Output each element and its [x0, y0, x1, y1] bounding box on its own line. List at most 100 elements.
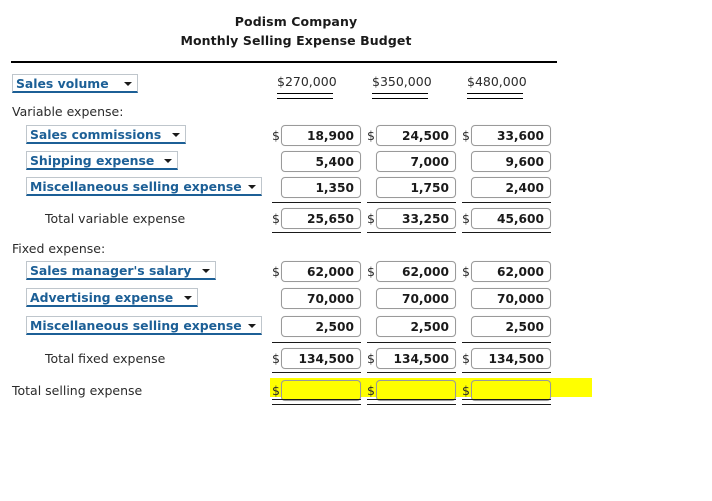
subtotal-rule-below-col2 [367, 232, 456, 233]
input-sales-commissions-col3[interactable]: 33,600 [471, 125, 551, 146]
input-misc-selling-expense-variable-col1[interactable]: 1,350 [281, 177, 361, 198]
dollar-sign: $ [367, 264, 375, 279]
input-total-variable-expense-col2[interactable]: 33,250 [376, 208, 456, 229]
dropdown-sales-commissions-label: Sales commissions [30, 127, 162, 142]
fixed-subtotal-rule-above-col2 [367, 342, 456, 343]
input-advertising-expense-col2[interactable]: 70,000 [376, 288, 456, 309]
subtotal-rule-below-col3 [462, 232, 551, 233]
dropdown-misc-selling-expense-fixed-label: Miscellaneous selling expense [30, 318, 242, 333]
input-total-fixed-expense-col3[interactable]: 134,500 [471, 348, 551, 369]
input-misc-selling-expense-fixed-col3[interactable]: 2,500 [471, 316, 551, 337]
input-total-selling-expense-col2[interactable] [376, 380, 456, 401]
row-misc-selling-expense-variable: Miscellaneous selling expense 1,350 1,75… [0, 177, 712, 203]
row-misc-selling-expense-fixed: Miscellaneous selling expense 2,500 2,50… [0, 316, 712, 342]
dollar-sign: $ [462, 264, 470, 279]
fixed-subtotal-rule-below-col1 [272, 372, 361, 373]
input-total-selling-expense-col3[interactable] [471, 380, 551, 401]
chevron-down-icon [124, 82, 132, 86]
fixed-subtotal-rule-above-col3 [462, 342, 551, 343]
sales-volume-value-col1: $270,000 [277, 74, 337, 99]
total-variable-expense-label: Total variable expense [45, 211, 186, 226]
input-sales-manager-salary-col1[interactable]: 62,000 [281, 261, 361, 282]
company-title: Podism Company [234, 14, 358, 29]
table-top-rule [11, 61, 557, 63]
subtotal-rule-above-col3 [462, 202, 551, 203]
input-sales-commissions-col2[interactable]: 24,500 [376, 125, 456, 146]
dropdown-sales-commissions[interactable]: Sales commissions [26, 125, 186, 144]
grand-total-double-rule-col2 [367, 399, 456, 405]
input-shipping-expense-col3[interactable]: 9,600 [471, 151, 551, 172]
grand-total-double-rule-col1 [272, 399, 361, 405]
dollar-sign: $ [367, 383, 375, 398]
dollar-sign: $ [367, 211, 375, 226]
input-misc-selling-expense-fixed-col2[interactable]: 2,500 [376, 316, 456, 337]
input-total-fixed-expense-col1[interactable]: 134,500 [281, 348, 361, 369]
input-shipping-expense-col1[interactable]: 5,400 [281, 151, 361, 172]
sales-volume-value-col3: $480,000 [467, 74, 527, 99]
budget-worksheet: Podism Company Monthly Selling Expense B… [0, 0, 712, 501]
dropdown-misc-selling-expense-fixed[interactable]: Miscellaneous selling expense [26, 316, 262, 335]
input-advertising-expense-col3[interactable]: 70,000 [471, 288, 551, 309]
dollar-sign: $ [462, 351, 470, 366]
dollar-sign: $ [272, 383, 280, 398]
row-total-variable-expense: Total variable expense $ 25,650 $ 33,250… [0, 208, 712, 234]
input-total-selling-expense-col1[interactable] [281, 380, 361, 401]
dropdown-advertising-expense[interactable]: Advertising expense [26, 288, 198, 307]
chevron-down-icon [248, 185, 256, 189]
fixed-subtotal-rule-above-col1 [272, 342, 361, 343]
input-sales-manager-salary-col2[interactable]: 62,000 [376, 261, 456, 282]
total-fixed-expense-label: Total fixed expense [45, 351, 166, 366]
dollar-sign: $ [367, 128, 375, 143]
input-total-fixed-expense-col2[interactable]: 134,500 [376, 348, 456, 369]
row-total-fixed-expense: Total fixed expense $ 134,500 $ 134,500 … [0, 348, 712, 374]
chevron-down-icon [202, 269, 210, 273]
input-misc-selling-expense-variable-col2[interactable]: 1,750 [376, 177, 456, 198]
sales-volume-value-col2: $350,000 [372, 74, 432, 99]
dollar-sign: $ [272, 264, 280, 279]
dropdown-sales-manager-salary[interactable]: Sales manager's salary [26, 261, 216, 280]
dropdown-shipping-expense[interactable]: Shipping expense [26, 151, 178, 170]
chevron-down-icon [248, 324, 256, 328]
dropdown-advertising-expense-label: Advertising expense [30, 290, 174, 305]
input-advertising-expense-col1[interactable]: 70,000 [281, 288, 361, 309]
dollar-sign: $ [272, 211, 280, 226]
dollar-sign: $ [272, 351, 280, 366]
input-total-variable-expense-col1[interactable]: 25,650 [281, 208, 361, 229]
double-underline [277, 93, 333, 99]
input-shipping-expense-col2[interactable]: 7,000 [376, 151, 456, 172]
grand-total-double-rule-col3 [462, 399, 551, 405]
row-sales-commissions: Sales commissions $ 18,900 $ 24,500 $ 33… [0, 125, 712, 151]
double-underline [372, 93, 428, 99]
fixed-expense-heading: Fixed expense: [12, 241, 106, 256]
dropdown-shipping-expense-label: Shipping expense [30, 153, 155, 168]
subtotal-rule-below-col1 [272, 232, 361, 233]
row-sales-volume: Sales volume $270,000 $350,000 $480,000 [0, 74, 712, 100]
page-title: Monthly Selling Expense Budget [180, 33, 412, 48]
dollar-sign: $ [462, 211, 470, 226]
total-selling-expense-label: Total selling expense [12, 383, 143, 398]
row-shipping-expense: Shipping expense 5,400 7,000 9,600 [0, 151, 712, 177]
dropdown-sales-volume-label: Sales volume [16, 76, 109, 91]
double-underline [467, 93, 523, 99]
chevron-down-icon [172, 133, 180, 137]
input-misc-selling-expense-fixed-col1[interactable]: 2,500 [281, 316, 361, 337]
fixed-subtotal-rule-below-col3 [462, 372, 551, 373]
dropdown-sales-manager-salary-label: Sales manager's salary [30, 263, 192, 278]
dropdown-misc-selling-expense-variable-label: Miscellaneous selling expense [30, 179, 242, 194]
chevron-down-icon [164, 159, 172, 163]
chevron-down-icon [184, 296, 192, 300]
dollar-sign: $ [272, 128, 280, 143]
input-sales-commissions-col1[interactable]: 18,900 [281, 125, 361, 146]
input-misc-selling-expense-variable-col3[interactable]: 2,400 [471, 177, 551, 198]
dropdown-misc-selling-expense-variable[interactable]: Miscellaneous selling expense [26, 177, 262, 196]
fixed-subtotal-rule-below-col2 [367, 372, 456, 373]
row-sales-manager-salary: Sales manager's salary $ 62,000 $ 62,000… [0, 261, 712, 287]
input-total-variable-expense-col3[interactable]: 45,600 [471, 208, 551, 229]
input-sales-manager-salary-col3[interactable]: 62,000 [471, 261, 551, 282]
row-advertising-expense: Advertising expense 70,000 70,000 70,000 [0, 288, 712, 314]
dollar-sign: $ [462, 128, 470, 143]
dropdown-sales-volume[interactable]: Sales volume [12, 74, 138, 93]
subtotal-rule-above-col1 [272, 202, 361, 203]
dollar-sign: $ [462, 383, 470, 398]
subtotal-rule-above-col2 [367, 202, 456, 203]
